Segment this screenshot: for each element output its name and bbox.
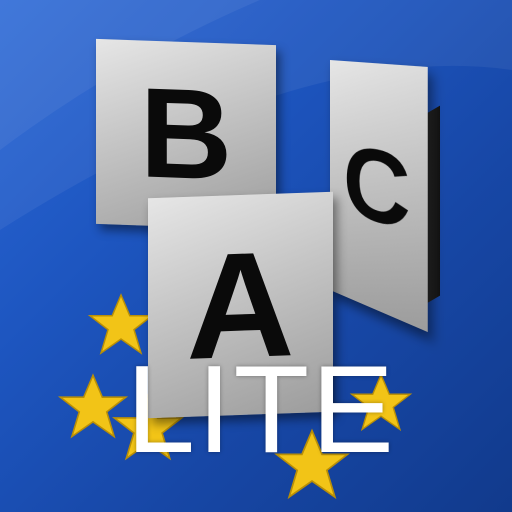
lite-badge: LITE bbox=[126, 341, 396, 479]
letter-tile-c: C bbox=[330, 60, 428, 333]
tile-letter-b: B bbox=[139, 61, 233, 208]
tile-letter-c: C bbox=[343, 123, 411, 255]
app-icon: B C A LITE bbox=[0, 0, 512, 512]
